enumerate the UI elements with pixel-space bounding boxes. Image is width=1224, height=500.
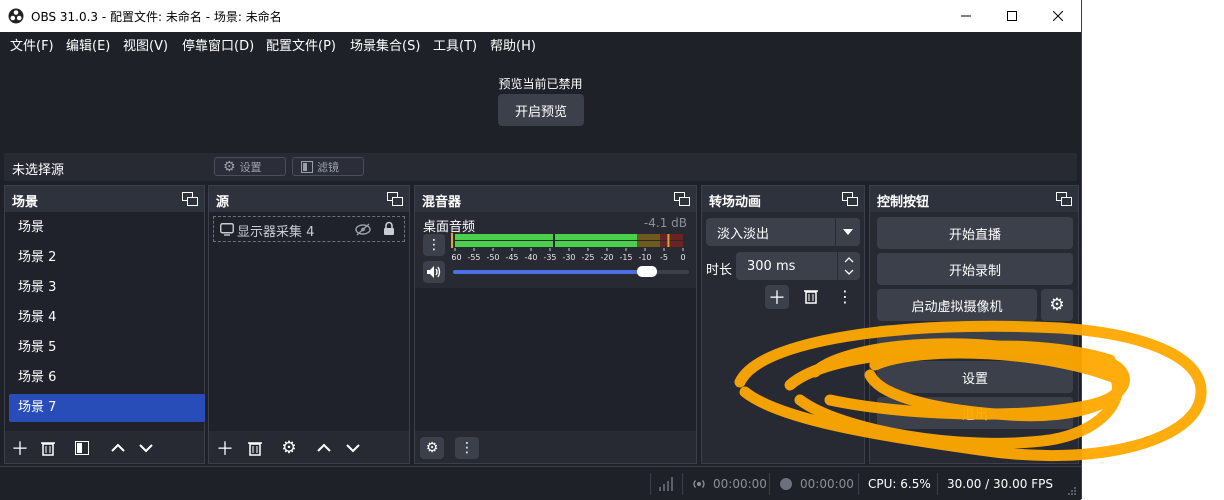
scribble-annotation — [734, 320, 1207, 462]
